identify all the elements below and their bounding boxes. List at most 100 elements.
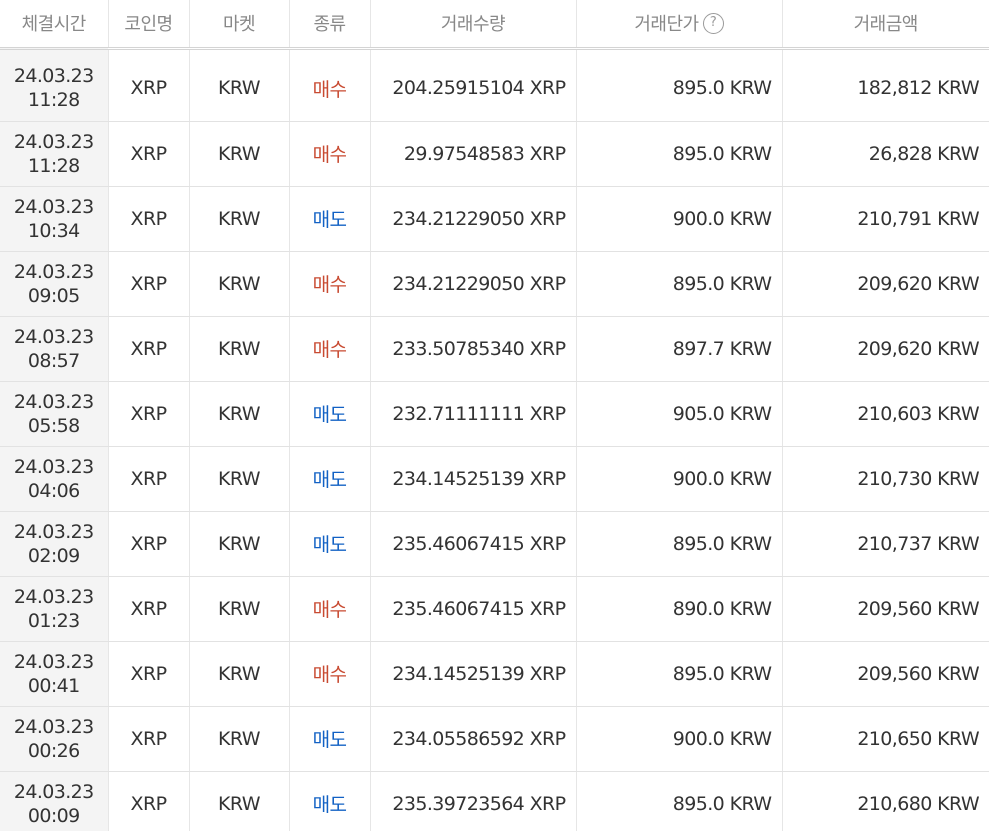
table-header: 체결시간 코인명 마켓 종류 거래수량 거래단가? 거래금액 bbox=[0, 0, 989, 50]
cell-amount: 210,791 KRW bbox=[782, 186, 989, 252]
cell-market: KRW bbox=[189, 56, 290, 122]
table-row[interactable]: 24.03.23 00:41 XRP KRW 매수 234.14525139 XRP 895… bbox=[0, 641, 989, 707]
cell-unit-price: 895.0 KRW bbox=[576, 121, 783, 187]
cell-side: 매수 bbox=[289, 251, 371, 317]
cell-amount: 209,560 KRW bbox=[782, 641, 989, 707]
cell-quantity: 234.21229050 XRP bbox=[370, 186, 577, 252]
cell-date: 24.03.23 bbox=[13, 585, 94, 608]
cell-time: 09:05 bbox=[27, 284, 80, 307]
cell-market: KRW bbox=[189, 706, 290, 772]
cell-time: 00:09 bbox=[27, 804, 80, 827]
cell-coin: XRP bbox=[108, 446, 190, 512]
cell-quantity: 29.97548583 XRP bbox=[370, 121, 577, 187]
header-spacer bbox=[0, 48, 989, 56]
cell-coin: XRP bbox=[108, 251, 190, 317]
cell-side: 매수 bbox=[289, 121, 371, 187]
cell-time: 00:41 bbox=[27, 674, 80, 697]
table-row[interactable]: 24.03.23 00:26 XRP KRW 매도 234.05586592 XRP 900… bbox=[0, 706, 989, 772]
cell-coin: XRP bbox=[108, 121, 190, 187]
cell-amount: 26,828 KRW bbox=[782, 121, 989, 187]
cell-amount: 210,603 KRW bbox=[782, 381, 989, 447]
cell-amount: 210,650 KRW bbox=[782, 706, 989, 772]
cell-coin: XRP bbox=[108, 641, 190, 707]
cell-side: 매수 bbox=[289, 56, 371, 122]
cell-market: KRW bbox=[189, 446, 290, 512]
table-row[interactable]: 24.03.23 09:05 XRP KRW 매수 234.21229050 XRP 895… bbox=[0, 251, 989, 317]
cell-amount: 209,620 KRW bbox=[782, 251, 989, 317]
cell-quantity: 234.14525139 XRP bbox=[370, 446, 577, 512]
cell-time: 02:09 bbox=[27, 544, 80, 567]
table-row[interactable]: 24.03.23 11:28 XRP KRW 매수 204.25915104 XRP 895… bbox=[0, 56, 989, 122]
cell-date: 24.03.23 bbox=[13, 455, 94, 478]
cell-quantity: 235.46067415 XRP bbox=[370, 576, 577, 642]
cell-side: 매수 bbox=[289, 316, 371, 382]
cell-executed-time: 24.03.23 00:26 bbox=[0, 706, 109, 772]
table-row[interactable]: 24.03.23 11:28 XRP KRW 매수 29.97548583 XRP 895.… bbox=[0, 121, 989, 187]
header-amount[interactable]: 거래금액 bbox=[782, 0, 989, 50]
cell-side: 매도 bbox=[289, 771, 371, 831]
cell-market: KRW bbox=[189, 511, 290, 577]
cell-date: 24.03.23 bbox=[13, 65, 94, 88]
table-row[interactable]: 24.03.23 05:58 XRP KRW 매도 232.71111111 XRP 905… bbox=[0, 381, 989, 447]
cell-executed-time: 24.03.23 05:58 bbox=[0, 381, 109, 447]
cell-amount: 210,737 KRW bbox=[782, 511, 989, 577]
header-executed-time[interactable]: 체결시간 bbox=[0, 0, 109, 50]
cell-market: KRW bbox=[189, 576, 290, 642]
cell-side: 매도 bbox=[289, 381, 371, 447]
cell-unit-price: 905.0 KRW bbox=[576, 381, 783, 447]
cell-coin: XRP bbox=[108, 706, 190, 772]
cell-coin: XRP bbox=[108, 576, 190, 642]
cell-unit-price: 895.0 KRW bbox=[576, 56, 783, 122]
header-coin-name[interactable]: 코인명 bbox=[108, 0, 190, 50]
cell-date: 24.03.23 bbox=[13, 195, 94, 218]
trade-history-page: 체결시간 코인명 마켓 종류 거래수량 거래단가? 거래금액 24.03.23 1… bbox=[0, 0, 989, 831]
cell-quantity: 234.14525139 XRP bbox=[370, 641, 577, 707]
table-row[interactable]: 24.03.23 01:23 XRP KRW 매수 235.46067415 XRP 890… bbox=[0, 576, 989, 642]
cell-unit-price: 895.0 KRW bbox=[576, 251, 783, 317]
cell-amount: 182,812 KRW bbox=[782, 56, 989, 122]
cell-side: 매수 bbox=[289, 576, 371, 642]
cell-executed-time: 24.03.23 11:28 bbox=[0, 56, 109, 122]
table-row[interactable]: 24.03.23 02:09 XRP KRW 매도 235.46067415 XRP 895… bbox=[0, 511, 989, 577]
table-row[interactable]: 24.03.23 04:06 XRP KRW 매도 234.14525139 XRP 900… bbox=[0, 446, 989, 512]
help-circle-icon[interactable]: ? bbox=[702, 12, 724, 34]
cell-time: 00:26 bbox=[27, 739, 80, 762]
cell-executed-time: 24.03.23 08:57 bbox=[0, 316, 109, 382]
cell-date: 24.03.23 bbox=[13, 390, 94, 413]
cell-quantity: 232.71111111 XRP bbox=[370, 381, 577, 447]
table-row[interactable]: 24.03.23 10:34 XRP KRW 매도 234.21229050 XRP 900… bbox=[0, 186, 989, 252]
cell-unit-price: 895.0 KRW bbox=[576, 511, 783, 577]
cell-quantity: 235.39723564 XRP bbox=[370, 771, 577, 831]
cell-market: KRW bbox=[189, 251, 290, 317]
cell-market: KRW bbox=[189, 316, 290, 382]
cell-side: 매수 bbox=[289, 641, 371, 707]
cell-coin: XRP bbox=[108, 56, 190, 122]
cell-side: 매도 bbox=[289, 446, 371, 512]
cell-executed-time: 24.03.23 04:06 bbox=[0, 446, 109, 512]
cell-executed-time: 24.03.23 01:23 bbox=[0, 576, 109, 642]
cell-executed-time: 24.03.23 00:41 bbox=[0, 641, 109, 707]
cell-amount: 209,620 KRW bbox=[782, 316, 989, 382]
cell-quantity: 234.05586592 XRP bbox=[370, 706, 577, 772]
cell-unit-price: 895.0 KRW bbox=[576, 771, 783, 831]
table-row[interactable]: 24.03.23 08:57 XRP KRW 매수 233.50785340 XRP 897… bbox=[0, 316, 989, 382]
cell-market: KRW bbox=[189, 641, 290, 707]
cell-market: KRW bbox=[189, 771, 290, 831]
cell-date: 24.03.23 bbox=[13, 325, 94, 348]
table-row[interactable]: 24.03.23 00:09 XRP KRW 매도 235.39723564 XRP 895… bbox=[0, 771, 989, 831]
cell-date: 24.03.23 bbox=[13, 650, 94, 673]
cell-quantity: 233.50785340 XRP bbox=[370, 316, 577, 382]
header-quantity[interactable]: 거래수량 bbox=[370, 0, 577, 50]
cell-time: 10:34 bbox=[27, 219, 80, 242]
cell-unit-price: 897.7 KRW bbox=[576, 316, 783, 382]
cell-side: 매도 bbox=[289, 706, 371, 772]
trade-history-table: 체결시간 코인명 마켓 종류 거래수량 거래단가? 거래금액 24.03.23 1… bbox=[0, 0, 989, 831]
header-market[interactable]: 마켓 bbox=[189, 0, 290, 50]
header-type[interactable]: 종류 bbox=[289, 0, 371, 50]
header-unit-price[interactable]: 거래단가? bbox=[576, 0, 783, 50]
cell-date: 24.03.23 bbox=[13, 260, 94, 283]
cell-market: KRW bbox=[189, 381, 290, 447]
cell-unit-price: 890.0 KRW bbox=[576, 576, 783, 642]
header-unit-price-label: 거래단가 bbox=[634, 14, 699, 36]
cell-coin: XRP bbox=[108, 381, 190, 447]
